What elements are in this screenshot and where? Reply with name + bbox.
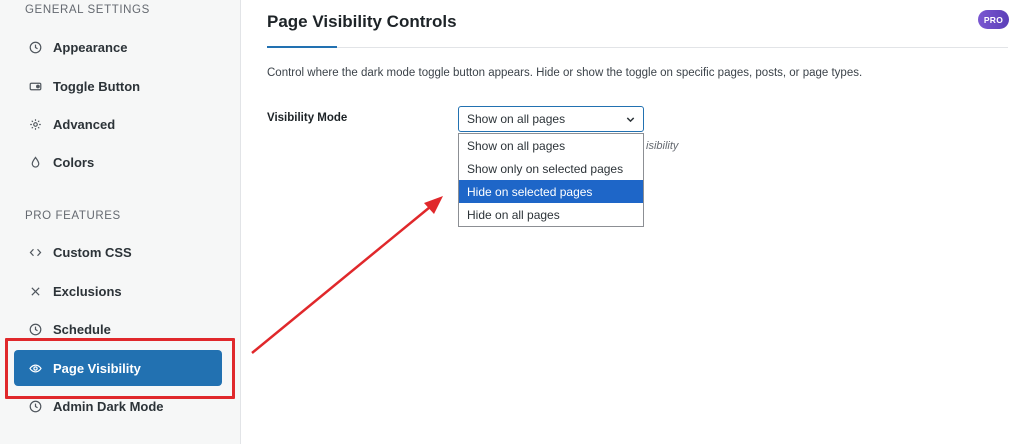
title-divider <box>267 47 1008 48</box>
clock-icon <box>28 40 42 54</box>
toggle-icon <box>28 79 42 93</box>
clock-icon <box>28 322 42 336</box>
option-show-selected[interactable]: Show only on selected pages <box>459 157 643 180</box>
sidebar-item-advanced[interactable]: Advanced <box>14 107 222 141</box>
option-hide-all[interactable]: Hide on all pages <box>459 203 643 226</box>
sidebar-item-exclusions[interactable]: Exclusions <box>14 274 222 308</box>
sidebar-item-label: Advanced <box>53 116 116 132</box>
x-icon <box>28 284 42 298</box>
visibility-mode-dropdown: Show on all pages Show only on selected … <box>458 133 644 227</box>
visibility-mode-select[interactable]: Show on all pages <box>458 106 644 132</box>
sidebar-item-custom-css[interactable]: Custom CSS <box>14 235 222 269</box>
sidebar-item-appearance[interactable]: Appearance <box>14 30 222 64</box>
sidebar-item-label: Custom CSS <box>53 244 132 260</box>
main-panel: Page Visibility Controls PRO Control whe… <box>241 0 1024 444</box>
sidebar-item-label: Appearance <box>53 39 128 55</box>
droplet-icon <box>28 155 42 169</box>
select-current-value: Show on all pages <box>467 112 566 126</box>
sidebar-item-label: Admin Dark Mode <box>53 398 164 414</box>
annotation-highlight-box <box>5 338 235 399</box>
gear-icon <box>28 117 42 131</box>
option-show-all[interactable]: Show on all pages <box>459 134 643 157</box>
sidebar-item-label: Colors <box>53 154 95 170</box>
page-title: Page Visibility Controls <box>267 12 457 31</box>
sidebar-item-label: Schedule <box>53 321 111 337</box>
clock-icon <box>28 399 42 413</box>
code-icon <box>28 245 42 259</box>
pro-badge: PRO <box>978 10 1009 29</box>
pro-features-heading: PRO FEATURES <box>25 210 121 222</box>
sidebar-item-label: Exclusions <box>53 283 122 299</box>
sidebar-item-toggle-button[interactable]: Toggle Button <box>14 69 222 103</box>
option-hide-selected[interactable]: Hide on selected pages <box>459 180 643 203</box>
sidebar-item-label: Toggle Button <box>53 78 141 94</box>
visibility-mode-label: Visibility Mode <box>267 112 348 124</box>
field-hint-text: isibility <box>646 140 679 152</box>
chevron-down-icon <box>625 114 636 125</box>
section-description: Control where the dark mode toggle butto… <box>267 67 863 79</box>
general-settings-heading: GENERAL SETTINGS <box>25 4 150 16</box>
title-accent-underline <box>267 46 337 48</box>
sidebar-item-colors[interactable]: Colors <box>14 145 222 179</box>
